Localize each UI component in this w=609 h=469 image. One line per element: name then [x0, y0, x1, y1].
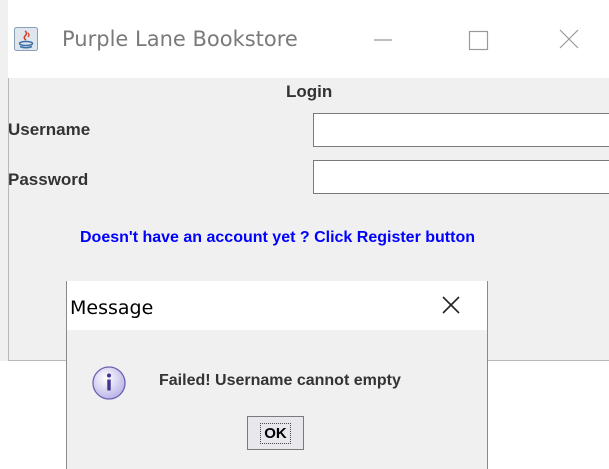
- info-icon: [92, 366, 126, 400]
- password-input[interactable]: [313, 160, 609, 194]
- register-hint: Doesn't have an account yet ? Click Regi…: [80, 229, 475, 246]
- minimize-icon[interactable]: [360, 20, 406, 58]
- username-input[interactable]: [313, 113, 609, 147]
- maximize-icon[interactable]: [456, 20, 502, 58]
- dialog-message: Failed! Username cannot empty: [159, 372, 401, 389]
- login-heading: Login: [286, 82, 333, 101]
- close-icon[interactable]: [439, 293, 463, 317]
- java-icon[interactable]: [14, 27, 38, 51]
- ok-button[interactable]: OK: [247, 416, 304, 450]
- message-dialog: Message Failed! Username cannot empty OK: [66, 281, 488, 469]
- dialog-title: Message: [70, 297, 154, 319]
- password-label: Password: [8, 170, 89, 189]
- window-title: Purple Lane Bookstore: [62, 27, 298, 51]
- close-icon[interactable]: [547, 20, 593, 58]
- ok-button-label: OK: [260, 422, 291, 444]
- username-label: Username: [8, 120, 91, 139]
